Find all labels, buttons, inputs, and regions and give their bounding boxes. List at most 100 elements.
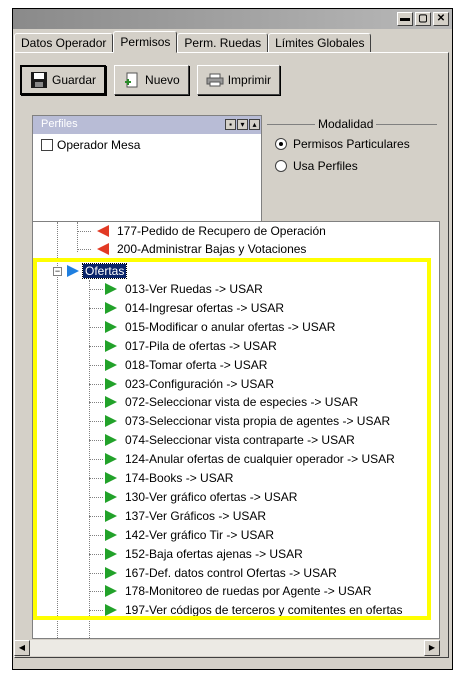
tree-child-label: 018-Tomar oferta -> USAR xyxy=(125,358,268,372)
green-arrow-icon xyxy=(105,453,117,465)
tab-permisos[interactable]: Permisos xyxy=(113,31,178,53)
tree-child-item[interactable]: 142-Ver gráfico Tir -> USAR xyxy=(89,526,274,544)
green-arrow-icon xyxy=(105,548,117,560)
green-arrow-icon xyxy=(105,378,117,390)
tree-node-ofertas[interactable]: Ofertas xyxy=(67,262,128,280)
tree-child-label: 014-Ingresar ofertas -> USAR xyxy=(125,301,285,315)
tree-child-label: 142-Ver gráfico Tir -> USAR xyxy=(125,528,275,542)
tree-child-label: 074-Seleccionar vista contraparte -> USA… xyxy=(125,433,355,447)
radio-button-selected[interactable] xyxy=(275,138,287,150)
tree-child-label: 124-Anular ofertas de cualquier operador… xyxy=(125,452,395,466)
print-button[interactable]: Imprimir xyxy=(196,65,281,95)
perfiles-header: Perfiles ▪ ▾ ▴ xyxy=(33,116,261,134)
save-button-label: Guardar xyxy=(52,73,97,87)
tree-child-label: 023-Configuración -> USAR xyxy=(125,377,275,391)
green-arrow-icon xyxy=(105,510,117,522)
tree-child-label: 013-Ver Ruedas -> USAR xyxy=(125,282,263,296)
floppy-disk-icon xyxy=(31,72,47,88)
horizontal-scrollbar[interactable]: ◀ ▶ xyxy=(14,640,440,656)
scroll-right-button[interactable]: ▶ xyxy=(424,640,440,656)
tree-content: 177-Pedido de Recupero de Operación 200-… xyxy=(33,222,425,638)
red-arrow-icon xyxy=(97,225,109,237)
tree-child-label: 197-Ver códigos de terceros y comitentes… xyxy=(125,603,403,617)
panel-menu-icon[interactable]: ▪ xyxy=(225,119,236,130)
green-arrow-icon xyxy=(105,491,117,503)
new-button-label: Nuevo xyxy=(145,73,180,87)
tree-child-item[interactable]: 017-Pila de ofertas -> USAR xyxy=(89,337,277,355)
close-button[interactable]: ✕ xyxy=(433,12,449,26)
minimize-button[interactable]: ▬ xyxy=(397,12,413,26)
maximize-button[interactable]: ▢ xyxy=(415,12,431,26)
tree-child-item[interactable]: 167-Def. datos control Ofertas -> USAR xyxy=(89,564,337,582)
radio-label: Usa Perfiles xyxy=(293,159,358,173)
tree-child-item[interactable]: 197-Ver códigos de terceros y comitentes… xyxy=(89,601,402,619)
tree-item[interactable]: 177-Pedido de Recupero de Operación xyxy=(77,222,326,240)
tree-child-item[interactable]: 013-Ver Ruedas -> USAR xyxy=(89,280,263,298)
radio-permisos-particulares[interactable]: Permisos Particulares xyxy=(275,137,410,151)
new-button[interactable]: Nuevo xyxy=(114,65,189,95)
tree-child-label: 137-Ver Gráficos -> USAR xyxy=(125,509,267,523)
tab-perm-ruedas[interactable]: Perm. Ruedas xyxy=(177,33,269,53)
radio-usa-perfiles[interactable]: Usa Perfiles xyxy=(275,159,358,173)
tree-child-label: 015-Modificar o anular ofertas -> USAR xyxy=(125,320,336,334)
chevron-down-icon[interactable]: ▾ xyxy=(237,119,248,130)
tree-child-item[interactable]: 072-Seleccionar vista de especies -> USA… xyxy=(89,393,358,411)
green-arrow-icon xyxy=(105,359,117,371)
green-arrow-icon xyxy=(105,585,117,597)
green-arrow-icon xyxy=(105,321,117,333)
green-arrow-icon xyxy=(105,396,117,408)
tree-item-label: 200-Administrar Bajas y Votaciones xyxy=(117,242,307,256)
perfil-checkbox[interactable] xyxy=(41,139,53,151)
perfiles-header-label: Perfiles xyxy=(41,118,78,130)
tree-child-label: 017-Pila de ofertas -> USAR xyxy=(125,339,277,353)
green-arrow-icon xyxy=(105,472,117,484)
tree-child-label: 152-Baja ofertas ajenas -> USAR xyxy=(125,547,303,561)
radio-button[interactable] xyxy=(275,160,287,172)
tree-child-item[interactable]: 074-Seleccionar vista contraparte -> USA… xyxy=(89,431,355,449)
tree-child-item[interactable]: 124-Anular ofertas de cualquier operador… xyxy=(89,450,395,468)
tree-child-item[interactable]: 015-Modificar o anular ofertas -> USAR xyxy=(89,318,335,336)
green-arrow-icon xyxy=(105,340,117,352)
modalidad-group: Modalidad Permisos Particulares Usa Perf… xyxy=(263,115,439,191)
tree-child-label: 174-Books -> USAR xyxy=(125,471,234,485)
radio-label: Permisos Particulares xyxy=(293,137,410,151)
perfil-item-label: Operador Mesa xyxy=(57,138,141,152)
red-arrow-icon xyxy=(97,243,109,255)
green-arrow-icon xyxy=(105,604,117,616)
tab-limites-globales[interactable]: Límites Globales xyxy=(268,33,372,53)
green-arrow-icon xyxy=(105,434,117,446)
tree-item[interactable]: 200-Administrar Bajas y Votaciones xyxy=(77,240,306,258)
tree-item-label: 177-Pedido de Recupero de Operación xyxy=(117,224,326,238)
tree-child-label: 072-Seleccionar vista de especies -> USA… xyxy=(125,395,359,409)
permissions-tree[interactable]: 177-Pedido de Recupero de Operación 200-… xyxy=(32,221,440,639)
tree-child-label: 178-Monitoreo de ruedas por Agente -> US… xyxy=(125,584,372,598)
tree-node-label: Ofertas xyxy=(81,263,128,279)
chevron-up-icon[interactable]: ▴ xyxy=(249,119,260,130)
toolbar: Guardar Nuevo Imprimir xyxy=(20,65,281,101)
print-button-label: Imprimir xyxy=(227,73,272,87)
tree-child-item[interactable]: 178-Monitoreo de ruedas por Agente -> US… xyxy=(89,582,371,600)
tree-child-item[interactable]: 023-Configuración -> USAR xyxy=(89,375,274,393)
tree-child-item[interactable]: 130-Ver gráfico ofertas -> USAR xyxy=(89,488,297,506)
title-bar: ▬ ▢ ✕ xyxy=(13,9,452,29)
tree-child-item[interactable]: 018-Tomar oferta -> USAR xyxy=(89,356,267,374)
green-arrow-icon xyxy=(105,415,117,427)
perfil-item[interactable]: Operador Mesa xyxy=(41,138,140,152)
tree-child-item[interactable]: 073-Seleccionar vista propia de agentes … xyxy=(89,412,390,430)
green-arrow-icon xyxy=(105,567,117,579)
tree-child-item[interactable]: 152-Baja ofertas ajenas -> USAR xyxy=(89,545,303,563)
tree-child-item[interactable]: 014-Ingresar ofertas -> USAR xyxy=(89,299,284,317)
green-arrow-icon xyxy=(105,529,117,541)
tree-child-label: 167-Def. datos control Ofertas -> USAR xyxy=(125,566,337,580)
collapse-node-toggle[interactable]: − xyxy=(53,267,62,276)
scroll-left-button[interactable]: ◀ xyxy=(14,640,30,656)
green-arrow-icon xyxy=(105,302,117,314)
tree-child-item[interactable]: 137-Ver Gráficos -> USAR xyxy=(89,507,266,525)
tree-child-item[interactable]: 174-Books -> USAR xyxy=(89,469,233,487)
blue-arrow-icon xyxy=(67,265,79,277)
tab-datos-operador[interactable]: Datos Operador xyxy=(14,33,114,53)
modalidad-title: Modalidad xyxy=(315,117,377,131)
printer-icon xyxy=(206,73,224,87)
tree-child-label: 130-Ver gráfico ofertas -> USAR xyxy=(125,490,298,504)
save-button[interactable]: Guardar xyxy=(20,65,107,95)
